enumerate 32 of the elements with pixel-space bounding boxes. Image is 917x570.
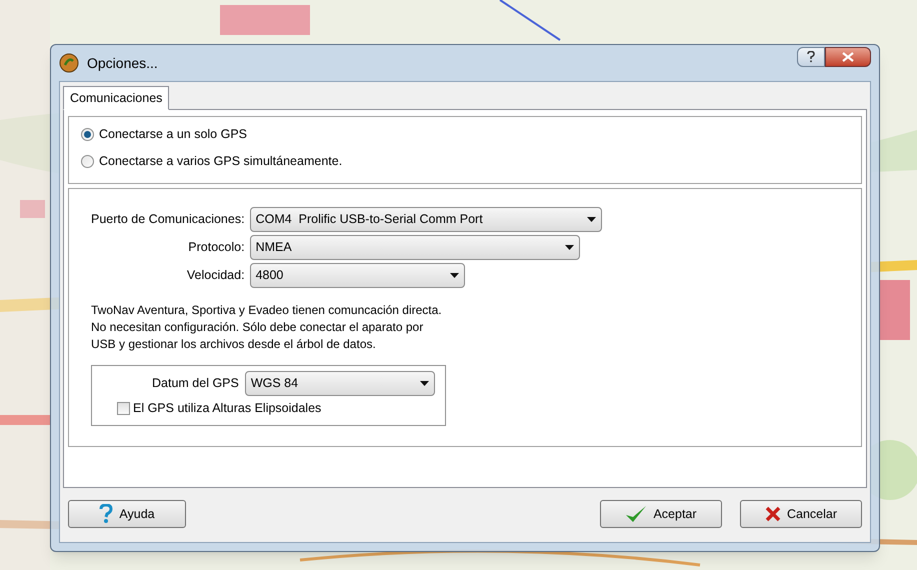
radio-button[interactable] <box>81 128 94 141</box>
dropdown-arrow-icon <box>420 381 429 386</box>
field-label: Puerto de Comunicaciones: <box>91 211 245 228</box>
help-button[interactable]: Ayuda <box>68 500 186 528</box>
field-label: Protocolo: <box>187 239 245 256</box>
close-icon <box>842 52 854 62</box>
tab[interactable]: Comunicaciones <box>63 86 170 110</box>
window-title: Opciones... <box>87 54 158 73</box>
dropdown-arrow-icon <box>564 245 574 250</box>
datum-dropdown[interactable]: WGS 84 <box>244 371 435 396</box>
radio-button[interactable] <box>81 154 94 168</box>
dropdown[interactable]: 4800 <box>250 263 465 288</box>
dropdown-arrow-icon <box>450 273 459 278</box>
info-text: TwoNav Aventura, Sportiva y Evadeo tienen comuncación directa. No necesitan configuración. Sólo debe conectar el aparato por USB y gestionar los archivos desde el árbol de datos. <box>91 302 443 353</box>
dropdown[interactable]: COM4 Prolific USB-to-Serial Comm Port <box>250 207 602 232</box>
cancel-button[interactable]: Cancelar <box>740 500 862 528</box>
question-icon <box>807 51 815 63</box>
app-logo-icon <box>59 53 79 73</box>
field-label: Velocidad: <box>186 267 245 284</box>
dropdown[interactable]: NMEA <box>250 235 580 260</box>
radio-label: Conectarse a varios GPS simultáneamente. <box>99 152 342 170</box>
close-button[interactable] <box>825 47 871 67</box>
radio-label: Conectarse a un solo GPS <box>99 126 247 143</box>
checkbox[interactable] <box>117 402 130 415</box>
checkbox-label: El GPS utiliza Alturas Elipsoidales <box>133 400 322 417</box>
question-icon <box>99 504 114 524</box>
datum-label: Datum del GPS <box>152 375 239 392</box>
help-button[interactable] <box>797 47 825 67</box>
dropdown-arrow-icon <box>586 217 596 222</box>
cross-icon <box>764 506 781 522</box>
checkmark-icon <box>625 505 648 523</box>
ok-button[interactable]: Aceptar <box>600 500 722 528</box>
